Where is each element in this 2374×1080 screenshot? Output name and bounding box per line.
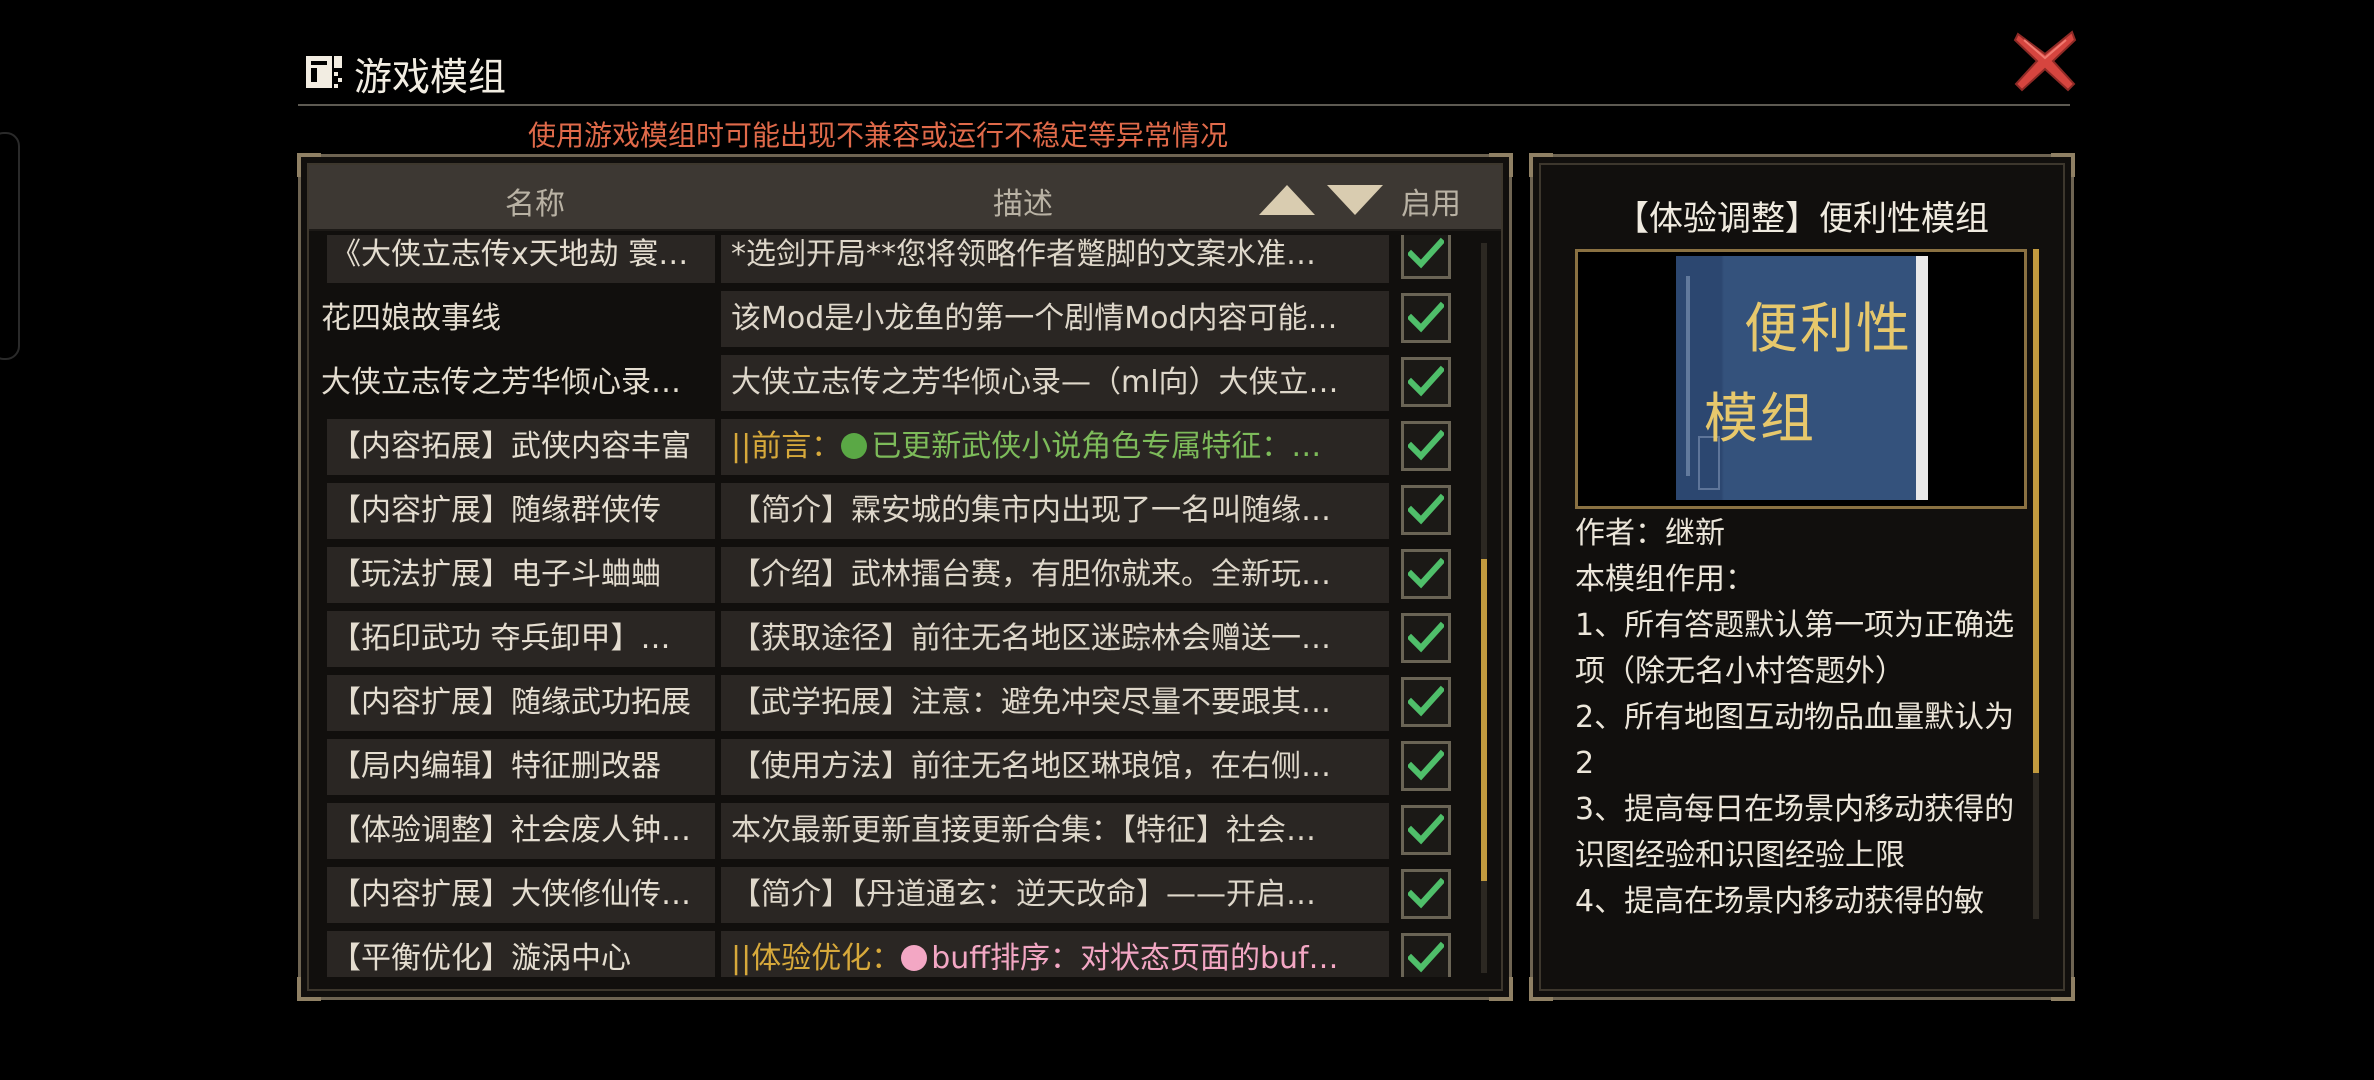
status-dot [901,945,928,971]
description-segment: ||前言： [731,429,842,464]
enable-checkbox[interactable] [1401,293,1451,343]
mod-detail-panel: 【体验调整】便利性模组 便利性 模组 作者：继新 本模组作用： 1、所有答题默认第… [1529,153,2075,1001]
mod-description: *选剑开局**您将领略作者蹩脚的文案水准… [721,235,1389,283]
mod-name: 【拓印武功 夺兵卸甲】… [327,611,715,667]
mod-name: 《大侠立志传x天地劫 寰… [327,235,715,283]
enable-checkbox[interactable] [1401,235,1451,279]
page-title: 游戏模组 [354,55,507,99]
book-cover: 便利性 模组 [1676,256,1928,500]
description-segment: buff排序：对状态页面的buf… [931,941,1339,976]
check-icon [1408,301,1444,333]
enable-checkbox[interactable] [1401,549,1451,599]
detail-line: 本模组作用： [1575,562,1755,597]
mod-description: 【使用方法】前往无名地区琳琅馆，在右侧… [721,739,1389,795]
mod-row[interactable]: 大侠立志传之芳华倾心录… 大侠立志传之芳华倾心录—（ml向）大侠立… [317,351,1477,415]
close-x-icon[interactable] [2012,28,2078,94]
enable-checkbox[interactable] [1401,613,1451,663]
cover-text-line: 模组 [1704,387,1816,450]
list-scrollbar-thumb[interactable] [1481,559,1487,881]
check-icon [1408,813,1444,845]
check-icon [1408,493,1444,525]
mod-box-icon [306,56,342,88]
mod-row[interactable]: 【拓印武功 夺兵卸甲】… 【获取途径】前往无名地区迷踪林会赠送一… [317,607,1477,671]
detail-title: 【体验调整】便利性模组 [1615,199,1989,239]
mod-row[interactable]: 【局内编辑】特征删改器 【使用方法】前往无名地区琳琅馆，在右侧… [317,735,1477,799]
detail-line: 3、提高每日在场景内移动获得的识图经验和识图经验上限 [1575,792,2015,873]
detail-line: 4、提高在场景内移动获得的敏 [1575,884,1985,919]
column-description-label: 描述 [993,187,1053,222]
description-segment: 已更新武侠小说角色专属特征：… [871,429,1322,464]
mod-description: ||前言： 已更新武侠小说角色专属特征：… [721,419,1389,475]
check-icon [1408,877,1444,909]
compatibility-warning: 使用游戏模组时可能出现不兼容或运行不稳定等异常情况 [528,119,1229,152]
side-edge-tab[interactable] [0,132,20,360]
triangle-up-icon[interactable] [1259,185,1315,215]
check-icon [1408,685,1444,717]
enable-checkbox[interactable] [1401,869,1451,919]
mod-row[interactable]: 【体验调整】社会废人钟… 本次最新更新直接更新合集：【特征】社会… [317,799,1477,863]
mod-name: 【玩法扩展】电子斗蛐蛐 [327,547,715,603]
mod-name: 花四娘故事线 [321,301,501,336]
detail-line: 2、所有地图互动物品血量默认为2 [1575,700,2015,781]
cover-text-line: 便利性 [1744,297,1912,360]
mod-row[interactable]: 【内容扩展】随缘群侠传 【简介】霖安城的集市内出现了一名叫随缘… [317,479,1477,543]
enable-checkbox[interactable] [1401,421,1451,471]
mod-list-panel: 名称 描述 启用 《大侠立志传x天地劫 寰… *选剑开局**您将领略作者蹩脚的文案… [297,153,1513,1001]
detail-description[interactable]: 作者：继新 本模组作用： 1、所有答题默认第一项为正确选项（除无名小村答题外） 2、… [1575,511,2021,973]
mod-description: 【简介】霖安城的集市内出现了一名叫随缘… [721,483,1389,539]
check-icon [1408,365,1444,397]
enable-checkbox[interactable] [1401,741,1451,791]
mod-name: 【内容扩展】随缘群侠传 [327,483,715,539]
mod-row[interactable]: 【内容扩展】大侠修仙传… 【简介】【丹道通玄：逆天改命】——开启… [317,863,1477,927]
mod-preview-image: 便利性 模组 [1575,249,2027,509]
mod-row[interactable]: 【玩法扩展】电子斗蛐蛐 【介绍】武林擂台赛，有胆你就来。全新玩… [317,543,1477,607]
mod-name: 【内容扩展】随缘武功拓展 [327,675,715,731]
enable-checkbox[interactable] [1401,933,1451,977]
column-enabled-label: 启用 [1401,187,1461,222]
mod-row[interactable]: 花四娘故事线 该Mod是小龙鱼的第一个剧情Mod内容可能… [317,287,1477,351]
mod-row[interactable]: 《大侠立志传x天地劫 寰… *选剑开局**您将领略作者蹩脚的文案水准… [317,235,1477,287]
mod-row[interactable]: 【内容拓展】武侠内容丰富 ||前言： 已更新武侠小说角色专属特征：… [317,415,1477,479]
mod-description: 【简介】【丹道通玄：逆天改命】——开启… [721,867,1389,923]
detail-scrollbar-thumb[interactable] [2033,249,2039,773]
status-dot [841,433,868,459]
check-icon [1408,557,1444,589]
mod-row[interactable]: 【平衡优化】漩涡中心 ||体验优化： buff排序：对状态页面的buf… [317,927,1477,977]
enable-checkbox[interactable] [1401,677,1451,727]
enable-checkbox[interactable] [1401,485,1451,535]
mod-name: 大侠立志传之芳华倾心录… [321,365,681,400]
title-bar: 游戏模组 [298,40,2070,106]
column-name-label: 名称 [505,187,565,222]
check-icon [1408,621,1444,653]
mod-name: 【内容拓展】武侠内容丰富 [327,419,715,475]
mod-name: 【平衡优化】漩涡中心 [327,931,715,977]
check-icon [1408,237,1444,269]
check-icon [1408,749,1444,781]
mod-description: 大侠立志传之芳华倾心录—（ml向）大侠立… [721,355,1389,411]
mod-name: 【局内编辑】特征删改器 [327,739,715,795]
enable-checkbox[interactable] [1401,805,1451,855]
mod-description: 【武学拓展】注意：避免冲突尽量不要跟其… [721,675,1389,731]
mod-list[interactable]: 《大侠立志传x天地劫 寰… *选剑开局**您将领略作者蹩脚的文案水准… 花四娘故事线… [317,235,1477,977]
mod-description: ||体验优化： buff排序：对状态页面的buf… [721,931,1389,977]
detail-author: 作者：继新 [1575,516,1725,551]
detail-line: 1、所有答题默认第一项为正确选项（除无名小村答题外） [1575,608,2015,689]
mod-description: 【介绍】武林擂台赛，有胆你就来。全新玩… [721,547,1389,603]
description-segment: ||体验优化： [731,941,902,976]
list-column-header: 名称 描述 启用 [309,165,1501,231]
check-icon [1408,941,1444,973]
mod-name: 【体验调整】社会废人钟… [327,803,715,859]
mod-name: 【内容扩展】大侠修仙传… [327,867,715,923]
check-icon [1408,429,1444,461]
enable-checkbox[interactable] [1401,357,1451,407]
mod-description: 该Mod是小龙鱼的第一个剧情Mod内容可能… [721,291,1389,347]
triangle-down-icon[interactable] [1327,185,1383,215]
mod-description: 本次最新更新直接更新合集：【特征】社会… [721,803,1389,859]
mod-description: 【获取途径】前往无名地区迷踪林会赠送一… [721,611,1389,667]
mod-row[interactable]: 【内容扩展】随缘武功拓展 【武学拓展】注意：避免冲突尽量不要跟其… [317,671,1477,735]
